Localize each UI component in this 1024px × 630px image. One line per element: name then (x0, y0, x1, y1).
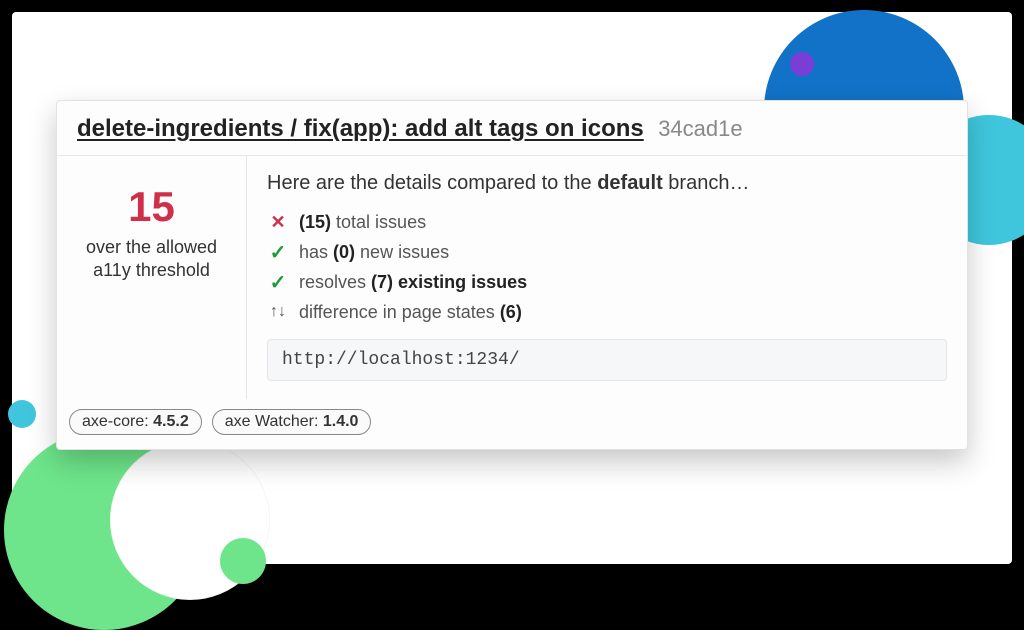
total-count: (15) (299, 212, 331, 232)
new-count: (0) (333, 242, 355, 262)
issue-total: ✕ (15) total issues (267, 207, 947, 237)
intro-branch: default (597, 172, 663, 194)
threshold-count: 15 (71, 186, 232, 228)
bg-circle-teal-small (8, 400, 36, 428)
axe-core-label: axe-core: (82, 413, 153, 430)
threshold-caption: over the allowed a11y threshold (71, 236, 232, 283)
diff-arrows-icon: ↑↓ (267, 303, 289, 321)
resolved-count: (7) (371, 272, 393, 292)
intro-post: branch… (663, 172, 750, 194)
check-icon: ✓ (267, 240, 289, 265)
details-intro: Here are the details compared to the def… (267, 172, 947, 195)
issue-new: ✓ has (0) new issues (267, 237, 947, 267)
axe-watcher-label: axe Watcher: (225, 413, 323, 430)
card-header: delete-ingredients / fix(app): add alt t… (57, 101, 967, 156)
total-label: total issues (336, 212, 426, 232)
commit-hash: 34cad1e (658, 116, 742, 141)
url-box[interactable]: http://localhost:1234/ (267, 339, 947, 381)
diff-pre: difference in page states (299, 302, 500, 322)
resolved-pre: resolves (299, 272, 371, 292)
issue-diff: ↑↓ difference in page states (6) (267, 297, 947, 327)
issue-resolved: ✓ resolves (7) existing issues (267, 267, 947, 297)
report-card: delete-ingredients / fix(app): add alt t… (56, 100, 968, 450)
diff-count: (6) (500, 302, 522, 322)
x-icon: ✕ (267, 212, 289, 233)
new-label: new issues (360, 242, 449, 262)
bg-circle-green-small (220, 538, 266, 584)
axe-core-badge: axe-core: 4.5.2 (69, 409, 202, 435)
commit-title-link[interactable]: delete-ingredients / fix(app): add alt t… (77, 115, 644, 142)
axe-watcher-version: 1.4.0 (323, 413, 359, 430)
axe-core-version: 4.5.2 (153, 413, 189, 430)
details-panel: Here are the details compared to the def… (247, 156, 967, 399)
check-icon: ✓ (267, 270, 289, 295)
bg-circle-purple (790, 52, 814, 76)
new-pre: has (299, 242, 333, 262)
axe-watcher-badge: axe Watcher: 1.4.0 (212, 409, 372, 435)
threshold-summary: 15 over the allowed a11y threshold (57, 156, 247, 399)
intro-pre: Here are the details compared to the (267, 172, 597, 194)
resolved-label: existing issues (398, 272, 527, 292)
card-footer: axe-core: 4.5.2 axe Watcher: 1.4.0 (57, 399, 967, 449)
